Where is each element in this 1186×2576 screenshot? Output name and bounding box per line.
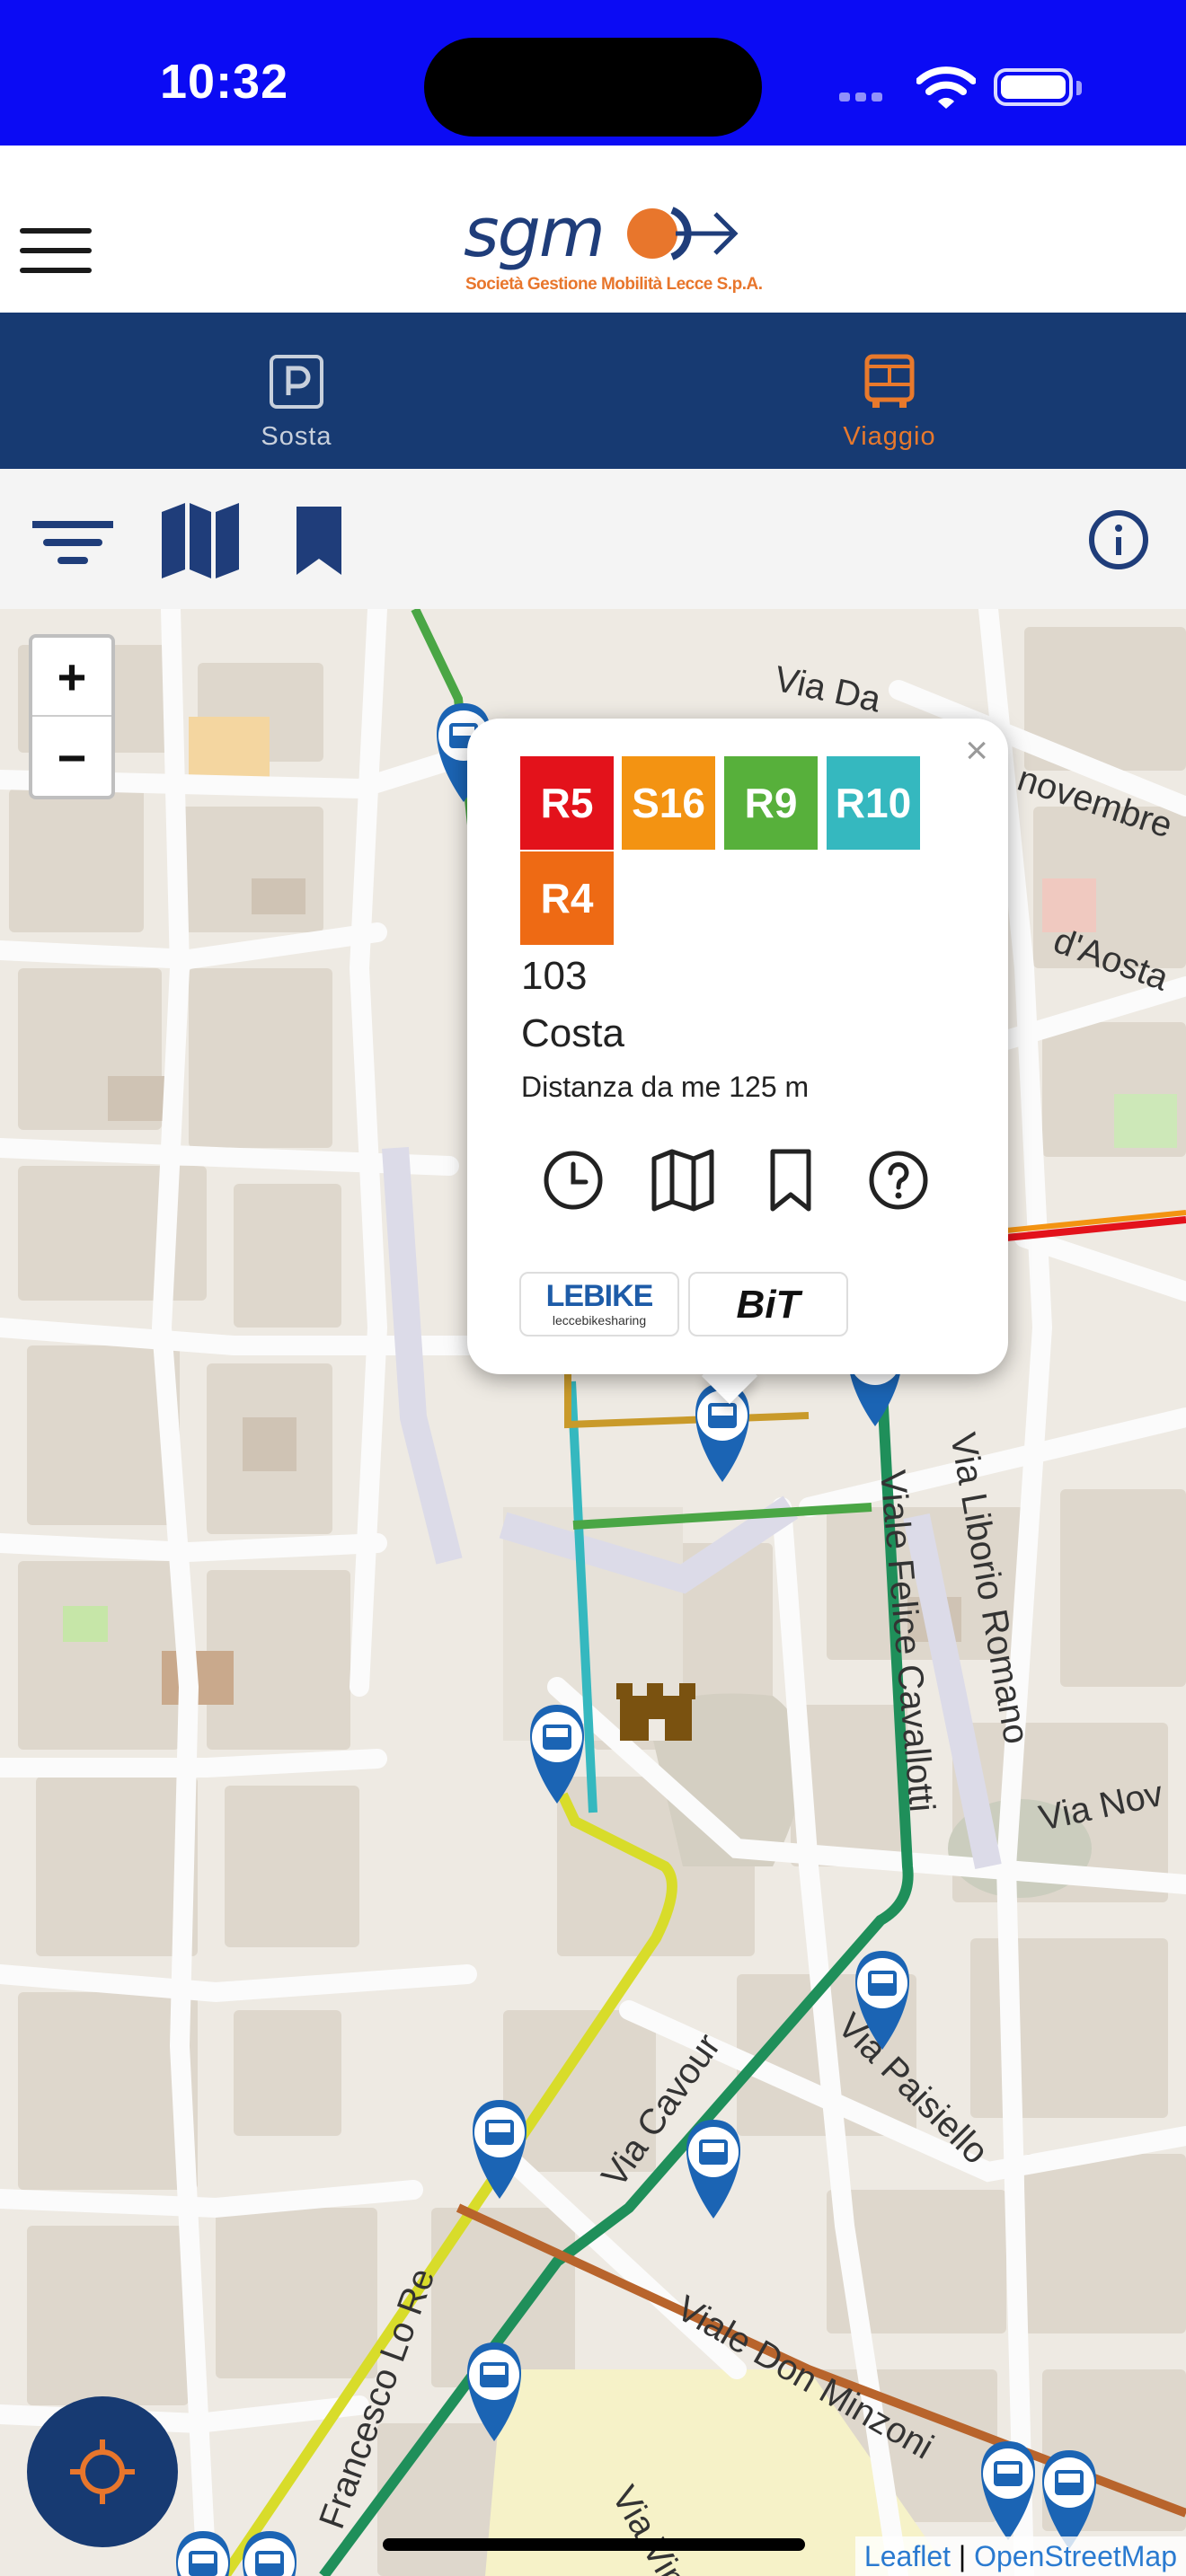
lebike-name: LEBIKE (545, 1279, 654, 1313)
lebike-logo[interactable]: LEBIKE leccebikesharing (519, 1272, 679, 1337)
route-badge-r9[interactable]: R9 (724, 756, 818, 850)
logo-subtitle: Società Gestione Mobilità Lecce S.p.A. (465, 275, 763, 294)
status-time: 10:32 (160, 55, 289, 109)
bus-icon (864, 354, 915, 408)
tab-viaggio-label: Viaggio (843, 422, 936, 451)
tab-bar: Sosta Viaggio (0, 313, 1186, 469)
app-header: sgm Società Gestione Mobilità Lecce S.p.… (0, 146, 1186, 313)
dynamic-island (424, 38, 762, 137)
bookmark-icon[interactable] (755, 1144, 827, 1216)
info-icon[interactable] (1078, 501, 1159, 578)
castle-icon (616, 1683, 695, 1741)
logo-text: sgm (464, 192, 606, 272)
stop-number: 103 (521, 954, 588, 998)
route-badge-r5[interactable]: R5 (520, 756, 614, 850)
cellular-signal-icon (839, 90, 888, 106)
route-badge-r10[interactable]: R10 (827, 756, 920, 850)
close-icon[interactable]: × (965, 731, 988, 771)
map-icon[interactable] (647, 1144, 719, 1216)
battery-tip (1076, 81, 1082, 95)
map-icon[interactable] (160, 501, 241, 578)
logo-mark (627, 207, 739, 260)
zoom-control: + − (29, 634, 115, 799)
leaflet-link[interactable]: Leaflet (864, 2540, 951, 2572)
parking-icon (270, 355, 323, 409)
clock-icon[interactable] (537, 1144, 609, 1216)
bus-stop-popup: × R5 S16 R9 R10 R4 103 Costa Distanza da… (467, 719, 1008, 1374)
zoom-in-button[interactable]: + (32, 638, 111, 717)
zoom-out-button[interactable]: − (32, 719, 111, 798)
route-badge-s16[interactable]: S16 (622, 756, 715, 850)
attribution-separator: | (958, 2540, 967, 2572)
tab-sosta[interactable]: Sosta (0, 313, 593, 469)
locate-me-button[interactable] (27, 2396, 178, 2547)
tab-sosta-label: Sosta (261, 422, 332, 451)
hamburger-icon[interactable] (20, 228, 92, 278)
status-bar: 10:32 (0, 0, 1186, 146)
bit-name: BiT (736, 1283, 801, 1327)
crosshair-icon (70, 2439, 135, 2504)
map-toolbar (0, 469, 1186, 609)
filter-icon[interactable] (32, 501, 113, 578)
sgm-logo: sgm Società Gestione Mobilità Lecce S.p.… (464, 192, 763, 300)
stop-distance: Distanza da me 125 m (521, 1071, 810, 1103)
map-attribution: Leaflet | OpenStreetMap (854, 2536, 1186, 2576)
bookmark-icon[interactable] (279, 501, 359, 578)
home-indicator[interactable] (383, 2538, 805, 2551)
wifi-icon (916, 66, 976, 109)
lebike-subtitle: leccebikesharing (552, 1313, 647, 1328)
route-badge-r4[interactable]: R4 (520, 851, 614, 945)
tab-viaggio[interactable]: Viaggio (593, 313, 1186, 469)
help-icon[interactable] (863, 1144, 934, 1216)
bit-logo[interactable]: BiT (688, 1272, 848, 1337)
battery-icon (994, 68, 1073, 106)
openstreetmap-link[interactable]: OpenStreetMap (974, 2540, 1177, 2572)
stop-name: Costa (521, 1011, 624, 1055)
